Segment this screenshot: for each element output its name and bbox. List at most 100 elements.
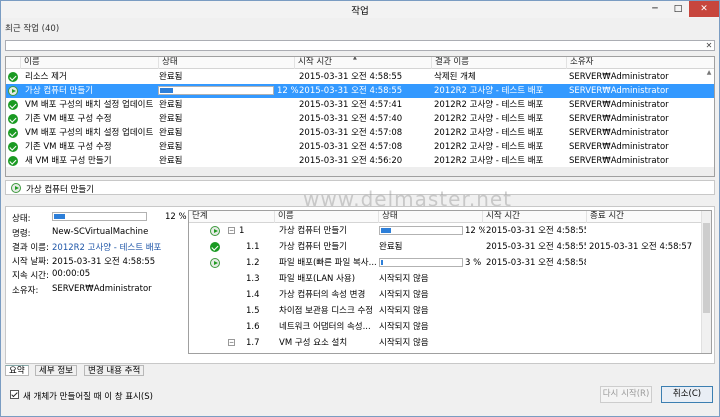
- column-header-name[interactable]: 이름: [20, 57, 158, 69]
- step-row[interactable]: 1.3 파일 배포(LAN 사용) 시작되지 않음: [189, 272, 711, 286]
- column-header-step[interactable]: 단계: [189, 211, 274, 223]
- job-row[interactable]: 가상 컴퓨터 만들기 2015-03-31 오전 4:58:55 2012R2 고사…: [6, 84, 714, 98]
- step-end-time: [589, 224, 699, 238]
- steps-vertical-scrollbar[interactable]: [701, 211, 711, 353]
- job-row[interactable]: 리소스 제거 완료됨 2015-03-31 오전 4:58:55 삭제된 개체 SERV…: [6, 70, 714, 84]
- cancel-button[interactable]: 취소(C): [661, 386, 713, 403]
- column-header-status[interactable]: 상태: [158, 57, 294, 69]
- jobs-grid-header: 이름 상태 시작 시간 결과 이름 소유자 ▲: [6, 57, 714, 69]
- job-result-name: 2012R2 고사양 - 테스트 배포: [434, 100, 544, 110]
- job-owner: SERVER₩Administrator: [569, 128, 669, 138]
- job-start-time: 2015-03-31 오전 4:58:55: [299, 72, 403, 82]
- step-name: 가상 컴퓨터 만들기: [279, 242, 347, 252]
- minimize-button[interactable]: ─: [643, 1, 667, 17]
- step-status: 시작되지 않음: [379, 274, 429, 284]
- running-icon: [11, 183, 21, 193]
- duration-value: 00:00:05: [52, 269, 91, 279]
- step-name: 가상 컴퓨터의 속성 변경: [279, 290, 366, 300]
- step-row[interactable]: 1.4 가상 컴퓨터의 속성 변경 시작되지 않음: [189, 288, 711, 302]
- step-name: 네트워크 어댑터의 속성...: [279, 322, 371, 332]
- step-start-time: [486, 288, 586, 302]
- job-owner: SERVER₩Administrator: [569, 156, 669, 166]
- column-header-owner[interactable]: 소유자: [566, 57, 714, 69]
- job-start-time: 2015-03-31 오전 4:57:08: [299, 142, 403, 152]
- job-start-time: 2015-03-31 오전 4:56:20: [299, 156, 403, 166]
- show-window-checkbox-label[interactable]: 새 개체가 만들어질 때 이 창 표시(S): [23, 390, 153, 402]
- search-input[interactable]: [5, 40, 715, 51]
- start-date-label: 시작 날짜:: [12, 257, 49, 267]
- tab-details[interactable]: 세부 정보: [35, 365, 77, 376]
- column-header-step-status[interactable]: 상태: [378, 211, 482, 223]
- step-end-time: [589, 272, 699, 286]
- jobs-window: 작업 ─ □ ✕ 최근 작업 (40) ✕ 이름 상태 시작 시간 결과 이름 …: [0, 0, 720, 417]
- completed-icon: [8, 156, 18, 166]
- job-progress-fill: [54, 214, 65, 219]
- job-status: 완료됨: [159, 128, 183, 138]
- job-start-time: 2015-03-31 오전 4:57:40: [299, 114, 403, 124]
- step-start-time: [486, 272, 586, 286]
- job-progress-fill: [160, 88, 173, 93]
- tab-change-tracking[interactable]: 변경 내용 추적: [84, 365, 145, 376]
- steps-scroll-thumb[interactable]: [703, 223, 710, 313]
- job-status: 완료됨: [159, 156, 183, 166]
- step-row[interactable]: 1.5 차이점 보관용 디스크 수정 시작되지 않음: [189, 304, 711, 318]
- step-start-time: 2015-03-31 오전 4:58:55: [486, 242, 586, 252]
- job-result-name: 2012R2 고사양 - 테스트 배포: [434, 128, 544, 138]
- step-start-time: 2015-03-31 오전 4:58:55: [486, 226, 586, 236]
- job-status: 완료됨: [159, 142, 183, 152]
- job-name: 가상 컴퓨터 만들기: [25, 86, 93, 96]
- step-row[interactable]: − 1.7 VM 구성 요소 설치 시작되지 않음: [189, 336, 711, 350]
- step-row[interactable]: 1.6 네트워크 어댑터의 속성... 시작되지 않음: [189, 320, 711, 334]
- step-end-time: [589, 320, 699, 334]
- selected-job-title: 가상 컴퓨터 만들기: [26, 185, 94, 195]
- step-start-time: [486, 304, 586, 318]
- horizontal-scrollbar[interactable]: [6, 167, 714, 176]
- job-row[interactable]: VM 배포 구성의 배치 설정 업데이트 완료됨 2015-03-31 오전 4:5…: [6, 98, 714, 112]
- column-header-start-time[interactable]: 시작 시간: [294, 57, 431, 69]
- job-row[interactable]: 새 VM 배포 구성 만들기 완료됨 2015-03-31 오전 4:56:20 20…: [6, 154, 714, 168]
- step-number: 1.4: [246, 290, 260, 300]
- job-start-time: 2015-03-31 오전 4:57:41: [299, 100, 403, 110]
- step-row[interactable]: 1.1 가상 컴퓨터 만들기 완료됨 2015-03-31 오전 4:58:55 201…: [189, 240, 711, 254]
- column-header-step-name[interactable]: 이름: [274, 211, 378, 223]
- command-label: 명령:: [12, 229, 31, 239]
- job-row[interactable]: 기존 VM 배포 구성 수정 완료됨 2015-03-31 오전 4:57:40 20…: [6, 112, 714, 126]
- step-name: 파일 배포(빠른 파일 복사...: [279, 258, 377, 268]
- step-end-time: [589, 304, 699, 318]
- step-name: 가상 컴퓨터 만들기: [279, 226, 347, 236]
- job-row[interactable]: 기존 VM 배포 구성 수정 완료됨 2015-03-31 오전 4:57:08 20…: [6, 140, 714, 154]
- step-row[interactable]: 1.2 파일 배포(빠른 파일 복사... 2015-03-31 오전 4:58:5…: [189, 256, 711, 270]
- sort-ascending-icon: ▲: [353, 56, 357, 61]
- title-bar[interactable]: 작업 ─ □ ✕: [1, 1, 719, 18]
- status-label: 상태:: [12, 214, 31, 224]
- step-end-time: [589, 288, 699, 302]
- show-window-checkbox[interactable]: [10, 390, 19, 399]
- maximize-button[interactable]: □: [667, 1, 689, 17]
- tab-summary[interactable]: 요약: [5, 365, 29, 376]
- result-name-link[interactable]: 2012R2 고사양 - 테스트 배포: [52, 241, 161, 253]
- restart-button[interactable]: 다시 시작(R): [600, 386, 652, 403]
- collapse-icon[interactable]: −: [228, 227, 235, 234]
- collapse-icon[interactable]: −: [228, 339, 235, 346]
- step-row[interactable]: −1 가상 컴퓨터 만들기 2015-03-31 오전 4:58:55 12 %: [189, 224, 711, 238]
- job-start-time: 2015-03-31 오전 4:58:55: [299, 86, 403, 96]
- step-progress-percent: 3 %: [465, 258, 482, 268]
- column-header-step-end[interactable]: 종료 시간: [586, 211, 701, 223]
- clear-search-icon[interactable]: ✕: [703, 40, 715, 51]
- job-name: 새 VM 배포 구성 만들기: [25, 156, 112, 166]
- column-header-step-start[interactable]: 시작 시간: [482, 211, 586, 223]
- job-result-name: 2012R2 고사양 - 테스트 배포: [434, 86, 544, 96]
- job-owner: SERVER₩Administrator: [569, 72, 669, 82]
- job-row[interactable]: VM 배포 구성의 배치 설정 업데이트 완료됨 2015-03-31 오전 4:5…: [6, 126, 714, 140]
- completed-icon: [8, 72, 18, 82]
- close-button[interactable]: ✕: [689, 1, 719, 17]
- completed-icon: [8, 142, 18, 152]
- completed-icon: [210, 242, 220, 252]
- scroll-up-icon[interactable]: ▲: [704, 69, 714, 79]
- step-name: VM 구성 요소 설치: [279, 338, 348, 348]
- completed-icon: [8, 100, 18, 110]
- column-header-result-name[interactable]: 결과 이름: [431, 57, 566, 69]
- job-name: VM 배포 구성의 배치 설정 업데이트: [25, 100, 154, 110]
- step-progress-bar: [379, 226, 463, 235]
- step-name: 차이점 보관용 디스크 수정: [279, 306, 374, 316]
